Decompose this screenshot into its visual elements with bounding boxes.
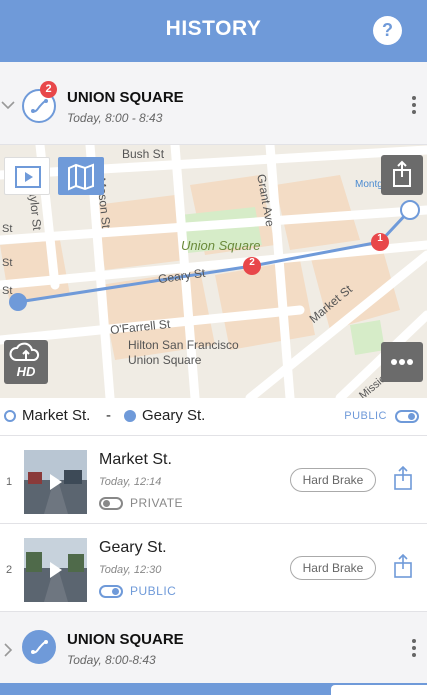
separator: - (106, 407, 111, 424)
hd-label: HD (16, 364, 36, 379)
event-tag[interactable]: Hard Brake (290, 468, 376, 492)
page-title: HISTORY (165, 17, 262, 40)
clip-thumbnail[interactable] (24, 450, 87, 514)
street-label: St (2, 285, 13, 297)
clip-count-badge: 2 (40, 81, 57, 98)
map-icon (68, 163, 94, 191)
chevron-right-icon[interactable] (0, 642, 16, 658)
marker-1-label: 1 (377, 233, 383, 244)
more-map-options-button[interactable] (381, 342, 423, 382)
video-view-button[interactable] (4, 157, 50, 195)
route-end-label: Geary St. (142, 407, 206, 424)
share-icon (393, 160, 411, 187)
end-point-icon (124, 410, 136, 422)
privacy-toggle[interactable] (99, 585, 123, 598)
route-icon (22, 630, 56, 664)
share-icon[interactable] (393, 554, 413, 578)
clip-list-item[interactable]: 1 Market St. Today, 12:14 PRIVATE Hard B… (0, 436, 427, 524)
event-tag[interactable]: Hard Brake (290, 556, 376, 580)
ellipsis-icon (391, 359, 413, 365)
clip-time: Today, 12:30 (99, 564, 162, 576)
clip-index: 2 (6, 564, 13, 576)
route-card-header[interactable]: 2 UNION SQUARE Today, 8:00 - 8:43 (0, 69, 427, 145)
clip-title: Market St. (99, 451, 172, 468)
share-route-button[interactable] (381, 155, 423, 195)
clip-thumbnail[interactable] (24, 538, 87, 602)
route-card-header[interactable]: UNION SQUARE Today, 8:00-8:43 (0, 612, 427, 682)
clip-list-item[interactable]: 2 Geary St. Today, 12:30 PUBLIC Hard Bra… (0, 524, 427, 612)
visibility-label: PUBLIC (344, 410, 387, 422)
visibility-toggle[interactable] (395, 410, 419, 423)
cloud-upload-icon (9, 342, 40, 361)
map-view-button[interactable] (58, 157, 104, 195)
app-header: HISTORY ? (0, 0, 427, 62)
privacy-toggle[interactable] (99, 497, 123, 510)
clip-time: Today, 12:14 (99, 476, 162, 488)
marker-2-label: 2 (249, 257, 255, 268)
place-label: Union Square (128, 353, 202, 367)
bottom-bar (0, 683, 427, 695)
play-icon (15, 166, 41, 188)
hd-upload-button[interactable]: HD (4, 340, 48, 384)
privacy-label: PRIVATE (130, 496, 184, 510)
route-name: UNION SQUARE (67, 631, 184, 648)
place-label: Hilton San Francisco (128, 338, 239, 352)
street-label: St (2, 257, 13, 269)
more-options-icon[interactable] (411, 639, 417, 661)
route-endpoints-row: Market St. - Geary St. PUBLIC (0, 398, 427, 436)
route-start-label: Market St. (22, 407, 91, 424)
street-label: St (2, 223, 13, 235)
clip-title: Geary St. (99, 539, 167, 556)
chevron-down-icon[interactable] (0, 97, 16, 113)
help-button[interactable]: ? (373, 16, 402, 45)
clip-index: 1 (6, 476, 13, 488)
route-time: Today, 8:00-8:43 (67, 653, 156, 667)
route-name: UNION SQUARE (67, 89, 184, 106)
start-point-icon (4, 410, 16, 422)
place-label: Union Square (181, 238, 261, 253)
route-time: Today, 8:00 - 8:43 (67, 111, 163, 125)
share-icon[interactable] (393, 466, 413, 490)
more-options-icon[interactable] (411, 96, 417, 118)
street-label: Bush St (122, 147, 165, 161)
privacy-label: PUBLIC (130, 584, 177, 598)
